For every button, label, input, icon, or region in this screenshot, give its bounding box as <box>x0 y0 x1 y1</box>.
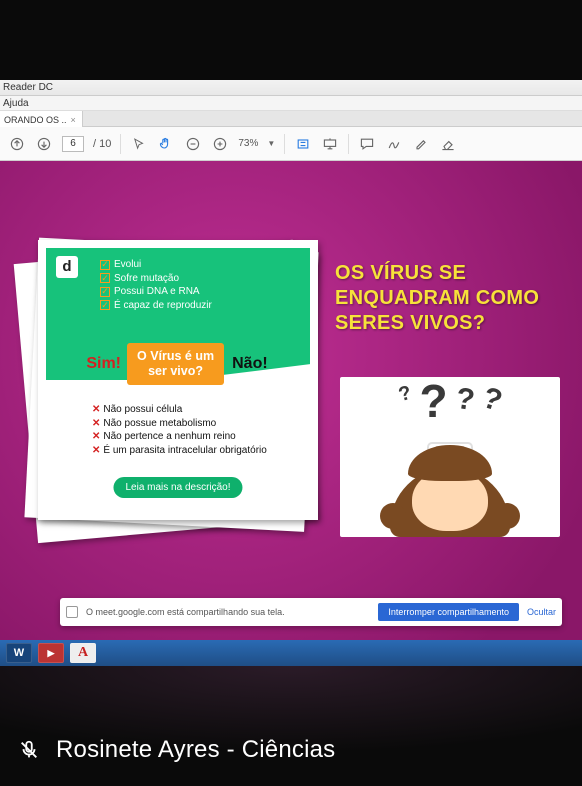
center-question-row: Sim! O Vírus é um ser vivo? Não! <box>46 343 310 385</box>
cta-pill: Leia mais na descrição! <box>113 477 242 498</box>
sign-icon[interactable] <box>385 135 403 153</box>
info-card-stack: d ✓Evolui ✓Sofre mutação ✓Possui DNA e R… <box>18 236 318 546</box>
share-indicator-icon <box>66 606 78 618</box>
sim-label: Sim! <box>82 355 125 373</box>
participant-caption: Rosinete Ayres - Ciências <box>0 736 582 764</box>
topbar-black <box>0 0 582 80</box>
windows-taskbar: W ▶ A <box>0 640 582 666</box>
document-tab[interactable]: ORANDO OS .. × <box>0 111 83 127</box>
girl-head-icon <box>390 447 510 537</box>
slide-page: d ✓Evolui ✓Sofre mutação ✓Possui DNA e R… <box>0 161 582 640</box>
question-marks-icon: ? ? ? ? <box>340 383 560 420</box>
meeting-background <box>0 666 582 786</box>
no-list: ✕Não possui célula ✕Não possue metabolis… <box>92 403 267 457</box>
document-tabs: ORANDO OS .. × <box>0 111 582 127</box>
hand-pan-icon[interactable] <box>157 135 175 153</box>
taskbar-autocad-icon[interactable]: A <box>70 643 96 663</box>
presentation-icon[interactable] <box>321 135 339 153</box>
erase-icon[interactable] <box>439 135 457 153</box>
pointer-icon[interactable] <box>130 135 148 153</box>
highlight-icon[interactable] <box>412 135 430 153</box>
stop-sharing-button[interactable]: Interromper compartilhamento <box>378 603 519 621</box>
tab-label: ORANDO OS .. <box>4 115 67 125</box>
pdf-reader-window: Reader DC Ajuda ORANDO OS .. × / 10 73% … <box>0 80 582 640</box>
page-number-input[interactable] <box>62 136 84 152</box>
zoom-dropdown-icon[interactable]: ▼ <box>267 139 275 148</box>
fit-width-icon[interactable] <box>294 135 312 153</box>
taskbar-word-icon[interactable]: W <box>6 643 32 663</box>
share-message: O meet.google.com está compartilhando su… <box>86 607 370 617</box>
taskbar-powerpoint-icon[interactable]: ▶ <box>38 643 64 663</box>
d-badge: d <box>56 256 78 278</box>
yes-list: ✓Evolui ✓Sofre mutação ✓Possui DNA e RNA… <box>100 258 212 312</box>
nao-label: Não! <box>226 355 274 373</box>
upload-icon[interactable] <box>8 135 26 153</box>
pdf-toolbar: / 10 73% ▼ <box>0 127 582 161</box>
zoom-in-icon[interactable] <box>211 135 229 153</box>
question-box: O Vírus é um ser vivo? <box>127 343 224 385</box>
comment-icon[interactable] <box>358 135 376 153</box>
screen-share-banner: O meet.google.com está compartilhando su… <box>60 598 562 626</box>
hide-share-button[interactable]: Ocultar <box>527 607 556 617</box>
close-tab-icon[interactable]: × <box>71 115 76 125</box>
zoom-out-icon[interactable] <box>184 135 202 153</box>
participant-name: Rosinete Ayres - Ciências <box>56 736 335 764</box>
slide-title: OS VÍRUS SE ENQUADRAM COMO SERES VIVOS? <box>335 261 565 336</box>
download-icon[interactable] <box>35 135 53 153</box>
page-total-label: / 10 <box>93 138 111 150</box>
info-card: d ✓Evolui ✓Sofre mutação ✓Possui DNA e R… <box>38 240 318 520</box>
thinking-illustration: ? ? ? ? <box>340 377 560 537</box>
mic-muted-icon[interactable] <box>18 739 40 761</box>
zoom-level[interactable]: 73% <box>238 138 258 149</box>
window-title: Reader DC <box>0 80 582 96</box>
menu-bar[interactable]: Ajuda <box>0 96 582 111</box>
